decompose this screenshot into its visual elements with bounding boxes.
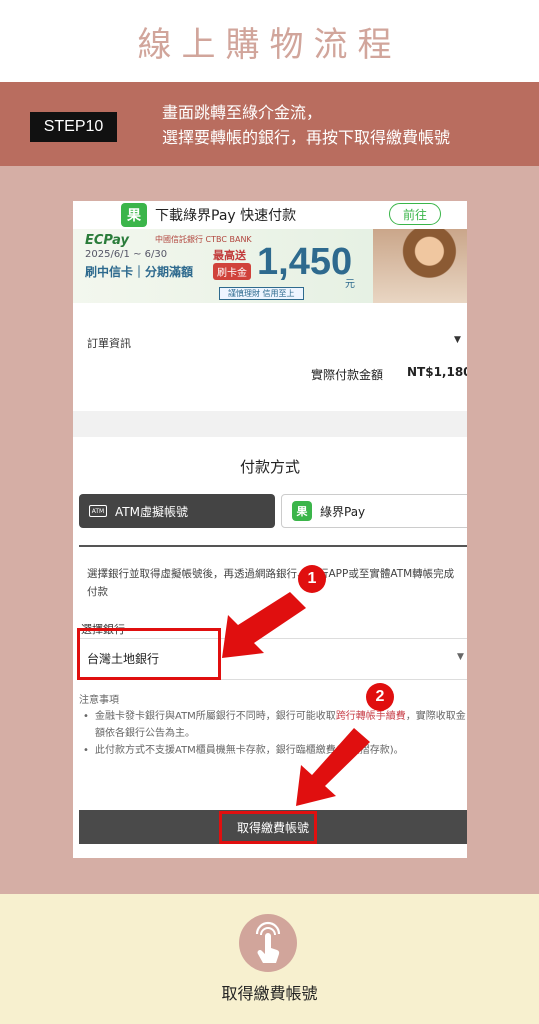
step-line-2: 選擇要轉帳的銀行，再按下取得繳費帳號	[162, 128, 451, 147]
order-info-toggle[interactable]: 訂單資訊	[87, 335, 463, 351]
page-title: 線上購物流程	[137, 24, 402, 65]
banner-yuan: 元	[345, 279, 355, 290]
ecpay-download-bar: 果 下載綠界Pay 快速付款 前往	[73, 201, 467, 229]
step-line-1: 畫面跳轉至綠介金流，	[162, 103, 323, 122]
page-header: 線上購物流程	[0, 0, 539, 82]
promo-banner[interactable]: ECPay 中國信託銀行 CTBC BANK 2025/6/1 ~ 6/30 刷…	[73, 229, 467, 303]
banner-brand: ECPay	[85, 233, 129, 248]
bank-select-label: 選擇銀行	[81, 623, 125, 636]
payment-description: 選擇銀行並取得虛擬帳號後，再透過網路銀行、銀行APP或至實體ATM轉帳完成付款	[87, 568, 455, 598]
payment-method-title: 付款方式	[239, 458, 300, 476]
annotation-number-1: 1	[298, 565, 326, 593]
tab-ecpay[interactable]: 果 綠界Pay	[281, 494, 467, 528]
tab-ecpay-label: 綠界Pay	[320, 504, 366, 519]
go-button[interactable]: 前往	[389, 203, 441, 225]
banner-gold: 刷卡金	[213, 263, 251, 280]
tab-atm-label: ATM虛擬帳號	[115, 504, 188, 519]
banner-max: 最高送	[213, 249, 246, 262]
banner-tag: 謹慎理財 信用至上	[219, 287, 304, 300]
banner-model-image	[373, 229, 467, 303]
ecpay-icon: 果	[292, 501, 312, 521]
atm-icon: ATM	[89, 505, 107, 517]
phone-screenshot: 果 下載綠界Pay 快速付款 前往 ECPay 中國信託銀行 CTBC BANK…	[73, 201, 467, 858]
tap-hand-icon	[239, 914, 297, 972]
annotation-number-2: 2	[366, 683, 394, 711]
tab-underline	[79, 545, 467, 547]
step-badge: STEP10	[30, 112, 117, 142]
note-text: 金融卡發卡銀行與ATM所屬銀行不同時，銀行可能收取	[95, 711, 336, 722]
banner-date: 2025/6/1 ~ 6/30	[85, 249, 168, 260]
note-highlight: 跨行轉帳手續費	[335, 711, 406, 722]
paid-amount-value: NT$1,180	[407, 365, 467, 379]
get-payment-account-button[interactable]: 取得繳費帳號	[79, 810, 467, 844]
chevron-down-icon[interactable]: ▼	[457, 652, 464, 662]
note-item: 此付款方式不支援ATM櫃員機無卡存款，銀行臨櫃繳費(含無摺存款)。	[83, 742, 467, 759]
tap-hand-svg	[255, 921, 281, 963]
bottom-label: 取得繳費帳號	[221, 984, 318, 1003]
banner-bank: 中國信託銀行 CTBC BANK	[155, 235, 252, 244]
bank-select-value[interactable]: 台灣土地銀行	[87, 650, 159, 667]
notes-title: 注意事項	[79, 695, 119, 706]
chevron-down-icon[interactable]: ▼	[454, 335, 461, 345]
section-divider	[73, 411, 467, 437]
ecpay-logo-icon: 果	[121, 203, 147, 227]
notes-list: 金融卡發卡銀行與ATM所屬銀行不同時，銀行可能收取跨行轉帳手續費，實際收取金額依…	[83, 708, 467, 759]
banner-subtitle: 刷中信卡｜分期滿額	[85, 265, 194, 279]
tab-atm-virtual-account[interactable]: ATM ATM虛擬帳號	[79, 494, 275, 528]
paid-amount-label: 實際付款金額	[311, 368, 384, 382]
step-instruction: 畫面跳轉至綠介金流， 選擇要轉帳的銀行，再按下取得繳費帳號	[162, 100, 532, 150]
banner-amount: 1,450	[257, 241, 353, 283]
note-item: 金融卡發卡銀行與ATM所屬銀行不同時，銀行可能收取跨行轉帳手續費，實際收取金額依…	[83, 708, 467, 742]
ecpay-download-text: 下載綠界Pay 快速付款	[155, 208, 297, 224]
